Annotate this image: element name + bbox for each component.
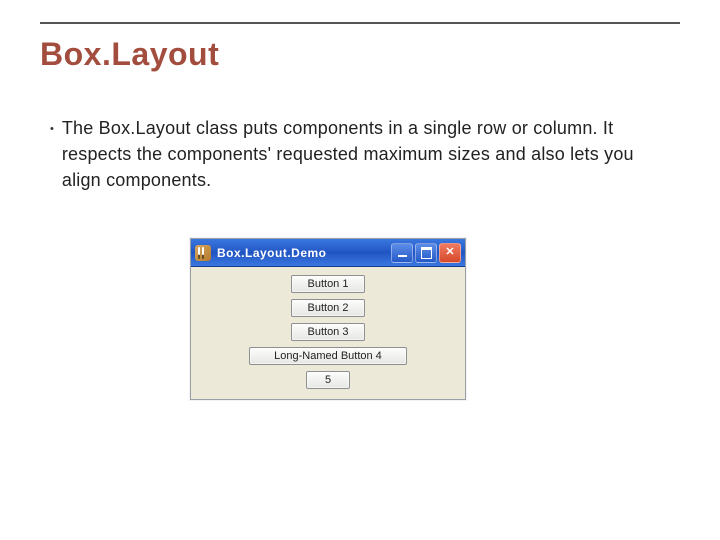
slide-title: Box.Layout: [40, 36, 219, 73]
minimize-button[interactable]: [391, 243, 413, 263]
bullet-marker-icon: •: [50, 115, 54, 142]
demo-button-2[interactable]: Button 2: [291, 299, 366, 317]
demo-window: Box.Layout.Demo Button 1 Button 2 Button…: [190, 238, 466, 400]
demo-button-5[interactable]: 5: [306, 371, 350, 389]
demo-button-3[interactable]: Button 3: [291, 323, 366, 341]
maximize-button[interactable]: [415, 243, 437, 263]
bullet-item: • The Box.Layout class puts components i…: [50, 115, 675, 193]
window-title: Box.Layout.Demo: [217, 246, 385, 260]
bullet-list: • The Box.Layout class puts components i…: [50, 115, 675, 193]
demo-button-4[interactable]: Long-Named Button 4: [249, 347, 407, 365]
window-titlebar[interactable]: Box.Layout.Demo: [191, 239, 465, 267]
bullet-text: The Box.Layout class puts components in …: [62, 115, 675, 193]
window-client-area: Button 1 Button 2 Button 3 Long-Named Bu…: [191, 267, 465, 399]
close-button[interactable]: [439, 243, 461, 263]
slide-top-rule: [40, 22, 680, 24]
java-app-icon: [195, 245, 211, 261]
window-controls: [391, 243, 461, 263]
demo-button-1[interactable]: Button 1: [291, 275, 366, 293]
